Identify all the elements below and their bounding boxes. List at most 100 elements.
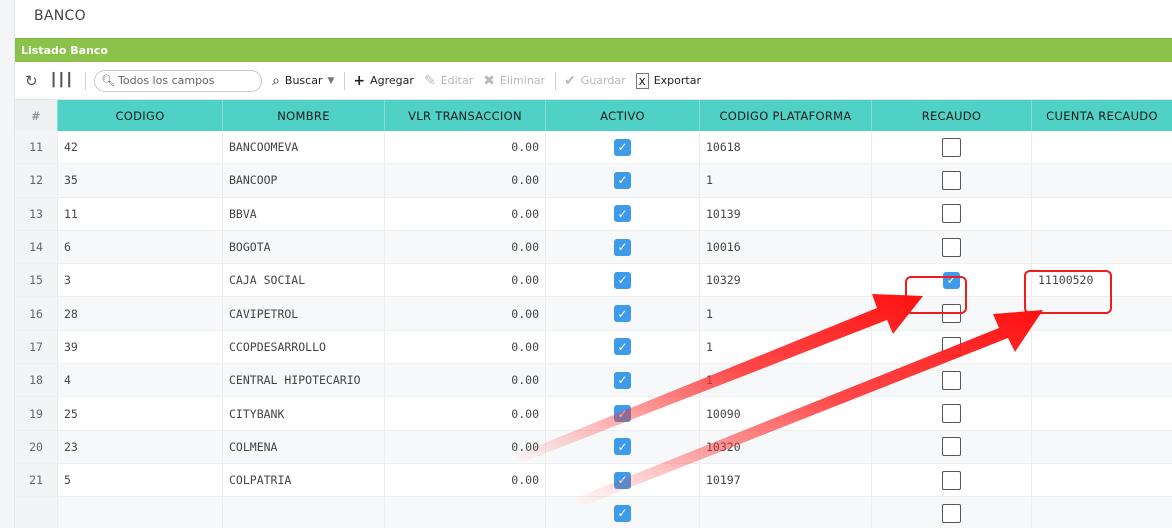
recaudo-checkbox[interactable]: [942, 137, 961, 157]
activo-checkbox[interactable]: ✓: [614, 238, 631, 256]
cuenta-recaudo-cell[interactable]: [1032, 364, 1172, 396]
codigo-cell[interactable]: 4: [58, 364, 223, 397]
column-header-vlr-transaccion[interactable]: VLR TRANSACCION: [385, 100, 546, 131]
codigo-plataforma-cell[interactable]: 10139: [700, 197, 872, 230]
cuenta-recaudo-cell[interactable]: [1032, 497, 1172, 528]
nombre-cell[interactable]: CCOPDESARROLLO: [223, 330, 385, 364]
vlr-transaccion-cell[interactable]: 0.00: [385, 397, 546, 430]
nombre-cell[interactable]: BANCOOP: [223, 164, 385, 197]
recaudo-checkbox[interactable]: [942, 204, 961, 224]
recaudo-checkbox[interactable]: [942, 404, 961, 424]
nombre-cell[interactable]: BBVA: [223, 197, 385, 230]
guardar-button[interactable]: ✔ Guardar: [564, 73, 626, 89]
vlr-transaccion-cell[interactable]: 0.00: [385, 463, 546, 497]
vlr-transaccion-cell[interactable]: 0.00: [385, 297, 546, 330]
column-header-activo[interactable]: ACTIVO: [546, 100, 700, 131]
nombre-cell[interactable]: BANCOOMEVA: [223, 131, 385, 164]
vlr-transaccion-cell[interactable]: 0.00: [385, 197, 546, 230]
recaudo-checkbox[interactable]: [942, 503, 961, 523]
codigo-cell[interactable]: [58, 497, 223, 528]
codigo-plataforma-cell[interactable]: 1: [700, 164, 872, 197]
column-header-codigo[interactable]: CODIGO: [58, 100, 223, 131]
cuenta-recaudo-cell[interactable]: [1032, 397, 1172, 429]
cuenta-recaudo-cell[interactable]: [1032, 464, 1172, 496]
nombre-cell[interactable]: CAVIPETROL: [223, 297, 385, 330]
codigo-cell[interactable]: 28: [58, 297, 223, 330]
vlr-transaccion-cell[interactable]: 0.00: [385, 430, 546, 463]
codigo-plataforma-cell[interactable]: 10016: [700, 230, 872, 264]
codigo-cell[interactable]: 35: [58, 164, 223, 197]
column-header-number[interactable]: #: [15, 100, 58, 131]
table-row[interactable]: 20 23 COLMENA 0.00 ✓ 10320: [15, 430, 1172, 464]
table-row[interactable]: ✓: [15, 497, 1172, 528]
vlr-transaccion-cell[interactable]: 0.00: [385, 131, 546, 164]
editar-button[interactable]: ✎ Editar: [424, 73, 473, 89]
eliminar-button[interactable]: ✖ Eliminar: [483, 73, 545, 89]
vlr-transaccion-cell[interactable]: 0.00: [385, 330, 546, 364]
codigo-cell[interactable]: 3: [58, 264, 223, 297]
column-header-nombre[interactable]: NOMBRE: [223, 100, 385, 131]
nombre-cell[interactable]: COLMENA: [223, 430, 385, 463]
codigo-cell[interactable]: 25: [58, 397, 223, 430]
activo-checkbox[interactable]: ✓: [614, 205, 631, 223]
exportar-button[interactable]: x Exportar: [635, 72, 701, 89]
codigo-cell[interactable]: 42: [58, 131, 223, 164]
vlr-transaccion-cell[interactable]: 0.00: [385, 364, 546, 397]
codigo-plataforma-cell[interactable]: 10197: [700, 463, 872, 497]
codigo-plataforma-cell[interactable]: 1: [700, 364, 872, 397]
activo-checkbox[interactable]: ✓: [614, 271, 631, 289]
activo-checkbox[interactable]: ✓: [614, 405, 631, 423]
activo-checkbox[interactable]: ✓: [614, 438, 631, 456]
column-header-cuenta-recaudo[interactable]: CUENTA RECAUDO: [1032, 100, 1172, 131]
cuenta-recaudo-cell[interactable]: [1032, 131, 1172, 163]
table-row[interactable]: 16 28 CAVIPETROL 0.00 ✓ 1: [15, 297, 1172, 331]
codigo-plataforma-cell[interactable]: 10329: [700, 264, 872, 297]
cuenta-recaudo-cell[interactable]: [1032, 331, 1172, 363]
table-row[interactable]: 15 3 CAJA SOCIAL 0.00 ✓ 10329 ✓ 11100520: [15, 264, 1172, 298]
column-header-recaudo[interactable]: RECAUDO: [872, 100, 1032, 131]
codigo-plataforma-cell[interactable]: 10090: [700, 397, 872, 430]
codigo-plataforma-cell[interactable]: [700, 497, 872, 528]
cuenta-recaudo-cell[interactable]: [1032, 164, 1172, 196]
table-row[interactable]: 14 6 BOGOTA 0.00 ✓ 10016: [15, 230, 1172, 265]
codigo-plataforma-cell[interactable]: 10320: [700, 430, 872, 463]
buscar-button[interactable]: ⌕ Buscar ▼: [272, 73, 334, 89]
table-row[interactable]: 19 25 CITYBANK 0.00 ✓ 10090: [15, 397, 1172, 431]
table-row[interactable]: 11 42 BANCOOMEVA 0.00 ✓ 10618: [15, 131, 1172, 165]
nombre-cell[interactable]: CITYBANK: [223, 397, 385, 430]
codigo-cell[interactable]: 5: [58, 463, 223, 497]
recaudo-checkbox[interactable]: [942, 470, 961, 490]
vlr-transaccion-cell[interactable]: 0.00: [385, 264, 546, 297]
agregar-button[interactable]: + Agregar: [353, 73, 414, 89]
codigo-plataforma-cell[interactable]: 1: [700, 330, 872, 364]
codigo-cell[interactable]: 23: [58, 430, 223, 463]
nombre-cell[interactable]: CENTRAL HIPOTECARIO: [223, 364, 385, 397]
nombre-cell[interactable]: BOGOTA: [223, 230, 385, 264]
activo-checkbox[interactable]: ✓: [614, 504, 631, 522]
vlr-transaccion-cell[interactable]: 0.00: [385, 164, 546, 197]
codigo-cell[interactable]: 11: [58, 197, 223, 230]
activo-checkbox[interactable]: ✓: [614, 138, 631, 156]
nombre-cell[interactable]: [223, 497, 385, 528]
codigo-plataforma-cell[interactable]: 1: [700, 297, 872, 330]
recaudo-checkbox[interactable]: [942, 437, 961, 457]
table-row[interactable]: 17 39 CCOPDESARROLLO 0.00 ✓ 1: [15, 330, 1172, 365]
table-row[interactable]: 12 35 BANCOOP 0.00 ✓ 1: [15, 164, 1172, 198]
cuenta-recaudo-cell[interactable]: [1032, 198, 1172, 230]
cuenta-recaudo-cell[interactable]: [1032, 231, 1172, 263]
columns-icon[interactable]: ┃┃┃: [50, 73, 73, 88]
refresh-icon[interactable]: ↻: [25, 72, 38, 90]
column-header-codigo-plataforma[interactable]: CODIGO PLATAFORMA: [700, 100, 872, 131]
recaudo-checkbox[interactable]: [942, 370, 961, 390]
search-input[interactable]: 🔍︎ Todos los campos: [94, 69, 263, 92]
vlr-transaccion-cell[interactable]: 0.00: [385, 230, 546, 264]
codigo-plataforma-cell[interactable]: 10618: [700, 131, 872, 164]
codigo-cell[interactable]: 39: [58, 330, 223, 364]
activo-checkbox[interactable]: ✓: [614, 338, 631, 356]
activo-checkbox[interactable]: ✓: [614, 371, 631, 389]
table-row[interactable]: 18 4 CENTRAL HIPOTECARIO 0.00 ✓ 1: [15, 364, 1172, 398]
cuenta-recaudo-cell[interactable]: [1032, 431, 1172, 463]
vlr-transaccion-cell[interactable]: [385, 497, 546, 528]
table-row[interactable]: 13 11 BBVA 0.00 ✓ 10139: [15, 197, 1172, 231]
recaudo-checkbox[interactable]: [942, 337, 961, 357]
